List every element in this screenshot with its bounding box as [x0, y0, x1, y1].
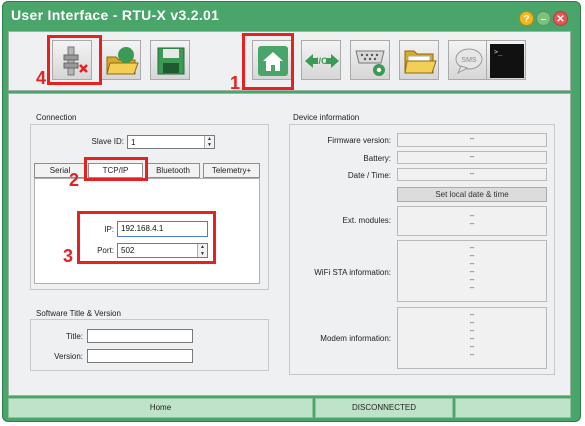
- status-extra: [455, 398, 571, 418]
- annotation-4: 4: [36, 68, 47, 88]
- spin-down-icon[interactable]: ▼: [205, 142, 214, 148]
- sms-button[interactable]: SMS: [448, 40, 488, 80]
- connection-title: Connection: [36, 113, 77, 122]
- ip-label: IP:: [104, 225, 114, 234]
- annotation-1: 1: [230, 73, 241, 93]
- tab-telemetry[interactable]: Telemetry+: [203, 163, 260, 178]
- slave-id-spinner[interactable]: ▲ ▼: [204, 136, 214, 148]
- wifi-line: --: [469, 269, 475, 276]
- device-info-title: Device information: [293, 113, 360, 122]
- slave-id-value: 1: [131, 138, 136, 147]
- wifi-line: --: [469, 253, 475, 260]
- port-down-icon[interactable]: ▼: [198, 251, 207, 258]
- datetime-label: Date / Time:: [347, 171, 391, 180]
- io-arrows-icon: I/O: [305, 54, 339, 68]
- wifi-line: --: [469, 277, 475, 284]
- plug-disconnect-icon: [63, 46, 88, 76]
- console-prompt: >_: [494, 48, 503, 56]
- modem-line: --: [469, 328, 475, 335]
- ip-input[interactable]: 192.168.4.1: [117, 221, 208, 237]
- wifi-line: --: [469, 261, 475, 268]
- sms-label: SMS: [461, 57, 477, 64]
- modem-label: Modem information:: [320, 334, 391, 343]
- set-local-date-button[interactable]: Set local date & time: [397, 187, 547, 202]
- close-button[interactable]: ✕: [553, 11, 568, 26]
- software-group: [30, 319, 269, 371]
- slave-id-field[interactable]: 1 ▲ ▼: [127, 135, 215, 149]
- console-icon: >_: [490, 44, 524, 78]
- port-value: 502: [121, 246, 135, 255]
- wifi-label: WiFi STA information:: [314, 268, 391, 277]
- annotation-2: 2: [69, 170, 80, 190]
- open-project-button[interactable]: [101, 40, 141, 80]
- firmware-value: --: [397, 133, 547, 147]
- sms-bubble-icon: SMS: [455, 48, 483, 75]
- io-button[interactable]: I/O: [301, 40, 341, 80]
- toolbar: I/O SMS >_: [8, 31, 571, 91]
- wifi-info-value: -- -- -- -- -- --: [397, 240, 547, 302]
- disconnect-button[interactable]: [52, 40, 92, 80]
- ext-modules-line: --: [469, 213, 475, 220]
- modem-info-value: -- -- -- -- -- --: [397, 307, 547, 369]
- port-spinner[interactable]: ▲ ▼: [197, 244, 207, 257]
- modem-line: --: [469, 312, 475, 319]
- wifi-line: --: [469, 285, 475, 292]
- home-icon: [258, 46, 288, 76]
- slave-id-label: Slave ID:: [91, 137, 124, 146]
- modem-line: --: [469, 344, 475, 351]
- modem-line: --: [469, 352, 475, 359]
- firmware-label: Firmware version:: [327, 136, 391, 145]
- home-button[interactable]: [252, 40, 292, 80]
- open-project-icon: [106, 47, 139, 75]
- status-page: Home: [8, 398, 313, 418]
- tab-bluetooth[interactable]: Bluetooth: [146, 163, 200, 178]
- datetime-value: --: [397, 168, 547, 181]
- io-label: I/O: [316, 56, 328, 66]
- minimize-button[interactable]: –: [536, 11, 551, 26]
- save-button[interactable]: [150, 40, 190, 80]
- status-bar: Home DISCONNECTED: [8, 398, 571, 418]
- ext-modules-line: --: [469, 221, 475, 228]
- title-input[interactable]: [87, 329, 193, 343]
- serial-port-gear-icon: [355, 50, 385, 76]
- version-label: Version:: [54, 352, 83, 361]
- modem-line: --: [469, 336, 475, 343]
- title-label: Title:: [65, 332, 83, 341]
- ext-modules-label: Ext. modules:: [342, 216, 391, 225]
- folder-icon: [404, 50, 437, 74]
- ext-modules-value: -- --: [397, 206, 547, 236]
- serial-config-button[interactable]: [350, 40, 390, 80]
- floppy-disk-icon: [157, 47, 185, 75]
- status-connection: DISCONNECTED: [315, 398, 453, 418]
- wifi-line: --: [469, 245, 475, 252]
- port-label: Port:: [97, 246, 114, 255]
- annotation-3: 3: [63, 246, 74, 266]
- software-title: Software Title & Version: [36, 309, 121, 318]
- version-input[interactable]: [87, 349, 193, 363]
- tab-tcp-ip[interactable]: TCP/IP: [88, 163, 143, 178]
- battery-label: Battery:: [363, 154, 391, 163]
- modem-line: --: [469, 320, 475, 327]
- window-title: User Interface - RTU-X v3.2.01: [11, 7, 220, 23]
- battery-value: --: [397, 151, 547, 164]
- console-button[interactable]: >_: [486, 40, 526, 80]
- open-folder-button[interactable]: [399, 40, 439, 80]
- port-field[interactable]: 502 ▲ ▼: [117, 243, 208, 258]
- help-button[interactable]: ?: [519, 11, 534, 26]
